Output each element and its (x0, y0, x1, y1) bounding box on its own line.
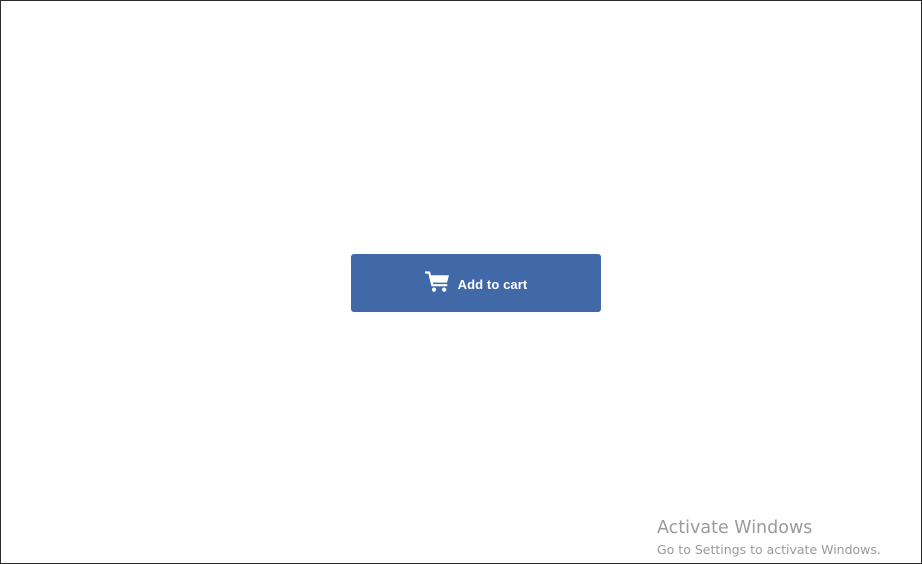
shopping-cart-icon (424, 271, 450, 293)
add-to-cart-label: Add to cart (457, 277, 528, 292)
page-canvas: Add to cart Activate Windows Go to Setti… (0, 0, 922, 564)
watermark-subtitle: Go to Settings to activate Windows. (657, 542, 881, 557)
watermark-title: Activate Windows (657, 518, 813, 538)
windows-activation-watermark: Activate Windows Go to Settings to activ… (657, 517, 881, 559)
add-to-cart-button[interactable]: Add to cart (351, 254, 601, 312)
